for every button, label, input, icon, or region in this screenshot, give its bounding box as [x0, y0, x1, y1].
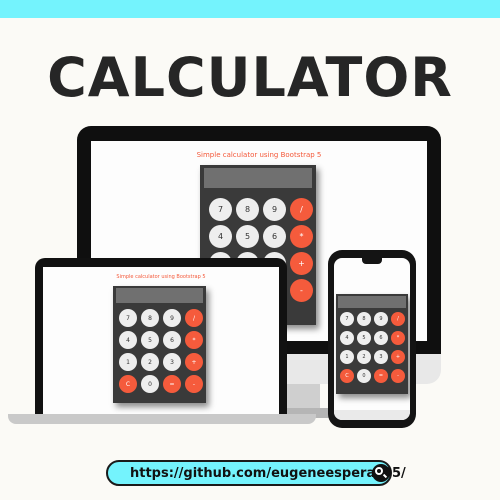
laptop-key-1[interactable]: 1: [119, 353, 137, 371]
desktop-app-title: Simple calculator using Bootstrap 5: [196, 151, 322, 159]
laptop: Simple calculator using Bootstrap 5 7 8 9/…: [35, 258, 287, 418]
phone-key-3[interactable]: 3: [374, 350, 388, 364]
desktop-key-5[interactable]: 5: [236, 225, 259, 248]
desktop-key-6[interactable]: 6: [263, 225, 286, 248]
laptop-screen: Simple calculator using Bootstrap 5 7 8 9/…: [43, 267, 279, 416]
phone-calc-display: [338, 296, 406, 308]
laptop-key-9[interactable]: 9: [163, 309, 181, 327]
laptop-key-8[interactable]: 8: [141, 309, 159, 327]
laptop-key-7[interactable]: 7: [119, 309, 137, 327]
laptop-base: [8, 414, 316, 424]
laptop-key-=[interactable]: =: [163, 375, 181, 393]
search-icon[interactable]: [372, 464, 390, 482]
phone-key-2[interactable]: 2: [357, 350, 371, 364]
laptop-key-/[interactable]: /: [185, 309, 203, 327]
laptop-key-2[interactable]: 2: [141, 353, 159, 371]
phone-taskbar: [334, 410, 410, 420]
phone-key-*[interactable]: *: [391, 331, 405, 345]
github-url[interactable]: https://github.com/eugeneesperas05/: [130, 466, 406, 481]
laptop-key-4[interactable]: 4: [119, 331, 137, 349]
laptop-key-3[interactable]: 3: [163, 353, 181, 371]
phone-key-7[interactable]: 7: [340, 312, 354, 326]
phone-key-4[interactable]: 4: [340, 331, 354, 345]
phone-key-6[interactable]: 6: [374, 331, 388, 345]
desktop-key--[interactable]: -: [290, 279, 313, 302]
phone-key-9[interactable]: 9: [374, 312, 388, 326]
phone-key--[interactable]: -: [391, 369, 405, 383]
phone-calculator: 7 8 9/ 4 5 6 * 1 2 3 + C 0 = -: [336, 294, 408, 394]
page-title: CALCULATOR: [47, 46, 453, 109]
phone-key-8[interactable]: 8: [357, 312, 371, 326]
desktop-key-4[interactable]: 4: [209, 225, 232, 248]
laptop-calc-display: [116, 288, 203, 303]
laptop-key--[interactable]: -: [185, 375, 203, 393]
laptop-key-*[interactable]: *: [185, 331, 203, 349]
github-url-pill[interactable]: https://github.com/eugeneesperas05/: [106, 460, 406, 486]
desktop-key-8[interactable]: 8: [236, 198, 259, 221]
phone-notch: [362, 258, 382, 264]
desktop-key-7[interactable]: 7: [209, 198, 232, 221]
phone-key-C[interactable]: C: [340, 369, 354, 383]
laptop-key-+[interactable]: +: [185, 353, 203, 371]
laptop-key-C[interactable]: C: [119, 375, 137, 393]
phone-screen: 7 8 9/ 4 5 6 * 1 2 3 + C 0 = -: [334, 258, 410, 420]
phone-key-0[interactable]: 0: [357, 369, 371, 383]
laptop-app-title: Simple calculator using Bootstrap 5: [116, 274, 206, 280]
laptop-calculator: 7 8 9/ 4 5 6 * 1 2 3 + C 0 = -: [113, 286, 206, 403]
desktop-key-/[interactable]: /: [290, 198, 313, 221]
phone-key-=[interactable]: =: [374, 369, 388, 383]
laptop-key-5[interactable]: 5: [141, 331, 159, 349]
phone-key-+[interactable]: +: [391, 350, 405, 364]
desktop-key-*[interactable]: *: [290, 225, 313, 248]
top-accent-bar: [0, 0, 500, 18]
search-handle: [382, 473, 388, 479]
phone-key-/[interactable]: /: [391, 312, 405, 326]
desktop-calc-display: [204, 168, 312, 188]
desktop-key-+[interactable]: +: [290, 252, 313, 275]
laptop-key-0[interactable]: 0: [141, 375, 159, 393]
smartphone: 7 8 9/ 4 5 6 * 1 2 3 + C 0 = -: [328, 250, 416, 428]
phone-key-5[interactable]: 5: [357, 331, 371, 345]
phone-key-1[interactable]: 1: [340, 350, 354, 364]
search-lens: [375, 467, 383, 475]
desktop-key-9[interactable]: 9: [263, 198, 286, 221]
laptop-key-6[interactable]: 6: [163, 331, 181, 349]
